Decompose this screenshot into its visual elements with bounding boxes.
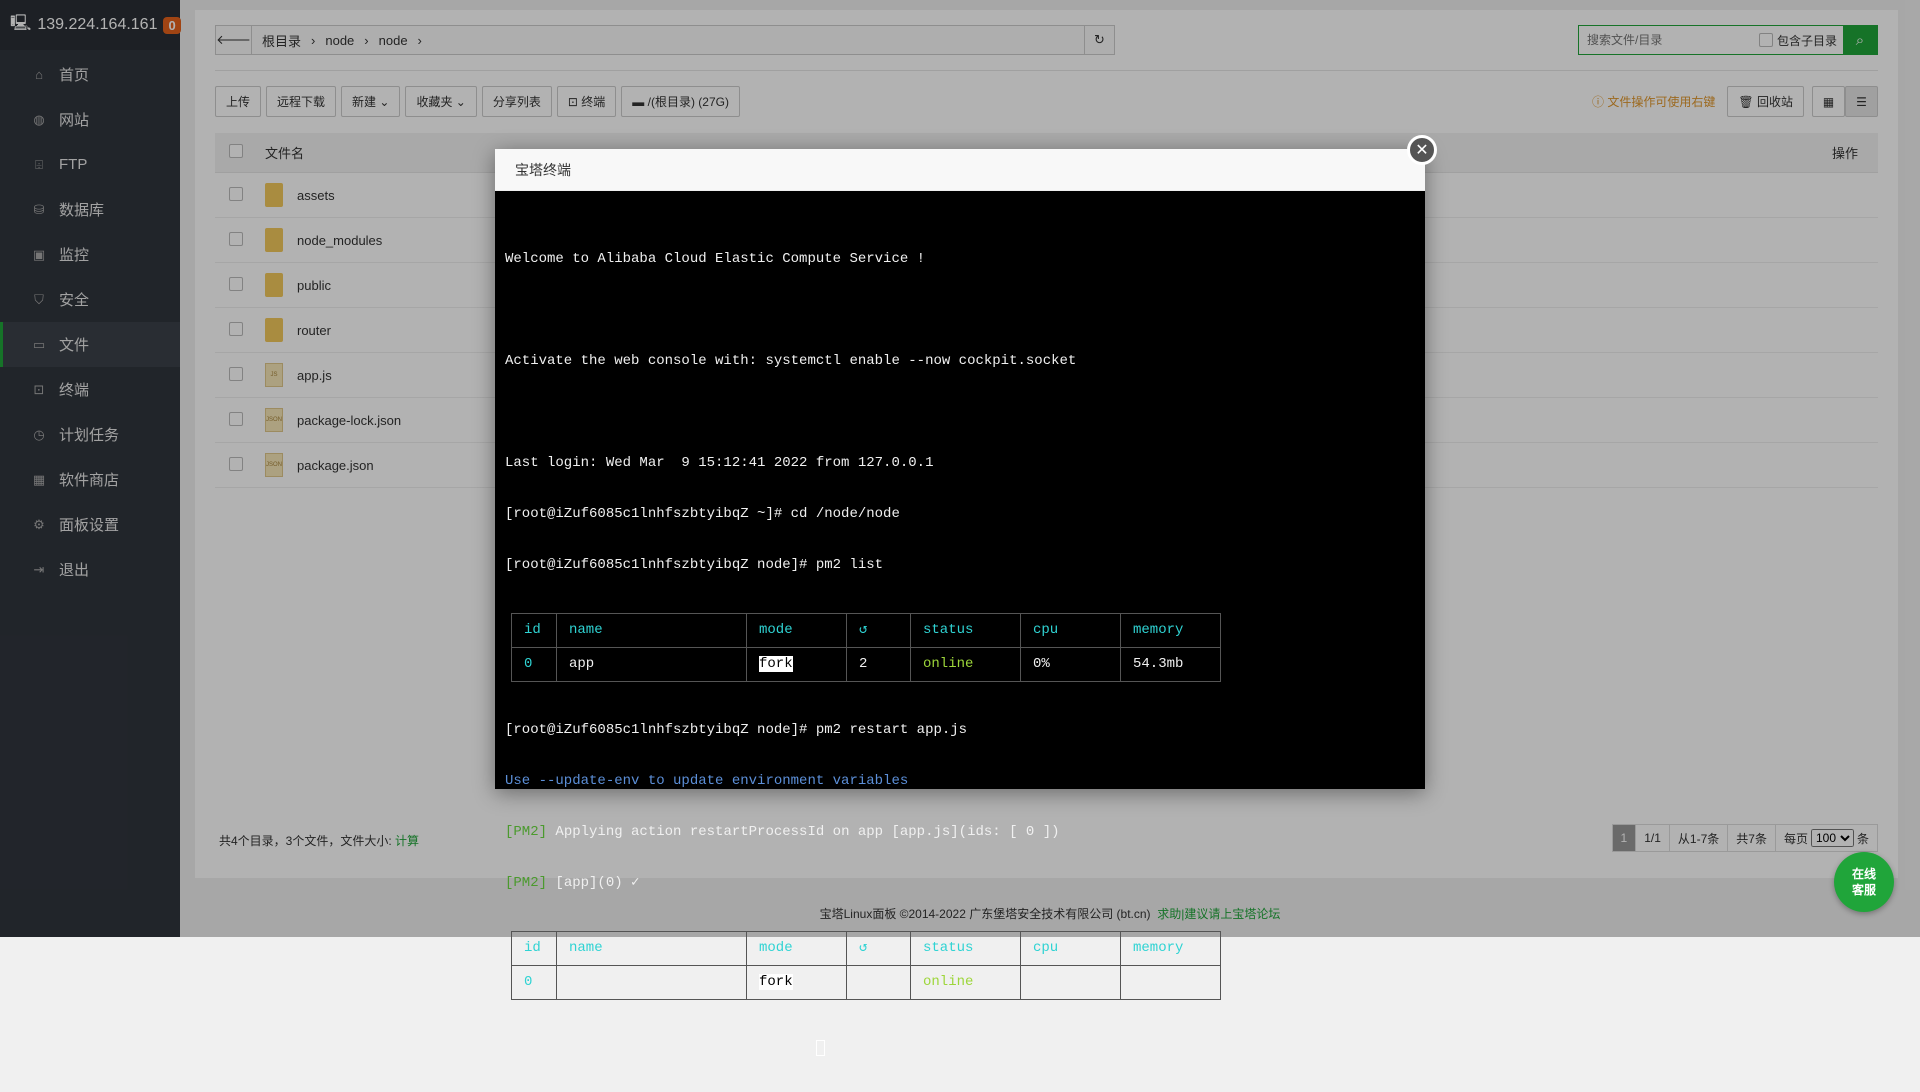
pm2-cell: 0% (1020, 647, 1121, 682)
term-line: [PM2] Applying action restartProcessId o… (505, 824, 1415, 841)
pm2-cell: 15.5mb (1120, 965, 1221, 1000)
term-line: [root@iZuf6085c1lnhfszbtyibqZ node]# (505, 1040, 1415, 1058)
pm2-cell: online (910, 965, 1021, 1000)
term-line: [PM2] [app](0) ✓ (505, 875, 1415, 892)
pm2-cell: 0% (1020, 965, 1121, 1000)
prompt: [root@iZuf6085c1lnhfszbtyibqZ node]# (505, 1040, 816, 1057)
term-line: [root@iZuf6085c1lnhfszbtyibqZ node]# pm2… (505, 722, 968, 738)
pm2-header-row: id name mode ↺ status cpu memory (511, 613, 1221, 648)
pm2-process-row: 0 app fork 3 online 0% 15.5mb (511, 965, 1221, 1000)
term-text: Applying action restartProcessId on app … (547, 824, 1060, 840)
terminal-output[interactable]: Welcome to Alibaba Cloud Elastic Compute… (495, 191, 1425, 1092)
pm2-header-cell: id (511, 613, 557, 648)
term-line: Welcome to Alibaba Cloud Elastic Compute… (505, 251, 926, 267)
pm2-cell: fork (759, 974, 793, 990)
chat-line2: 客服 (1851, 883, 1876, 897)
pm2-cell: app (556, 965, 747, 1000)
pm2-tag: [PM2] (505, 824, 548, 840)
pm2-header-cell: mode (746, 613, 847, 648)
close-icon[interactable]: ✕ (1407, 135, 1437, 165)
pm2-cell: 2 (846, 647, 911, 682)
pm2-header-cell: ↺ (846, 613, 911, 648)
pm2-cell: 0 (511, 647, 557, 682)
modal-title: 宝塔终端 (495, 149, 1425, 191)
term-line: Last login: Wed Mar 9 15:12:41 2022 from… (505, 455, 934, 471)
pm2-cell: app (556, 647, 747, 682)
term-line: [root@iZuf6085c1lnhfszbtyibqZ ~]# cd /no… (505, 506, 900, 522)
pm2-header-cell: cpu (1020, 613, 1121, 648)
pm2-cell: 0 (511, 965, 557, 1000)
pm2-header-cell: status (910, 613, 1021, 648)
term-line: Use --update-env to update environment v… (505, 773, 909, 789)
pm2-process-row: 0 app fork 2 online 0% 54.3mb (511, 647, 1221, 682)
pm2-header-cell: memory (1120, 613, 1221, 648)
pm2-tag: [PM2] (505, 875, 548, 891)
online-support-button[interactable]: 在线 客服 (1834, 852, 1894, 912)
pm2-cell: 54.3mb (1120, 647, 1221, 682)
cursor (815, 1040, 825, 1056)
terminal-modal: 宝塔终端 ✕ Welcome to Alibaba Cloud Elastic … (495, 135, 1437, 1057)
pm2-header-cell: name (556, 613, 747, 648)
chat-line1: 在线 (1851, 867, 1876, 881)
term-line: [root@iZuf6085c1lnhfszbtyibqZ node]# pm2… (505, 557, 884, 573)
pm2-cell: fork (759, 656, 793, 672)
pm2-table: id name mode ↺ status cpu memory 0 app fork 3 onlin… (511, 931, 1221, 1000)
pm2-cell: 3 (846, 965, 911, 1000)
term-text: [app](0) ✓ (547, 875, 640, 891)
pm2-cell: online (910, 647, 1021, 682)
pm2-table: id name mode ↺ status cpu memory 0 app fork 2 onlin… (511, 613, 1221, 682)
term-line: Activate the web console with: systemctl… (505, 353, 1077, 369)
